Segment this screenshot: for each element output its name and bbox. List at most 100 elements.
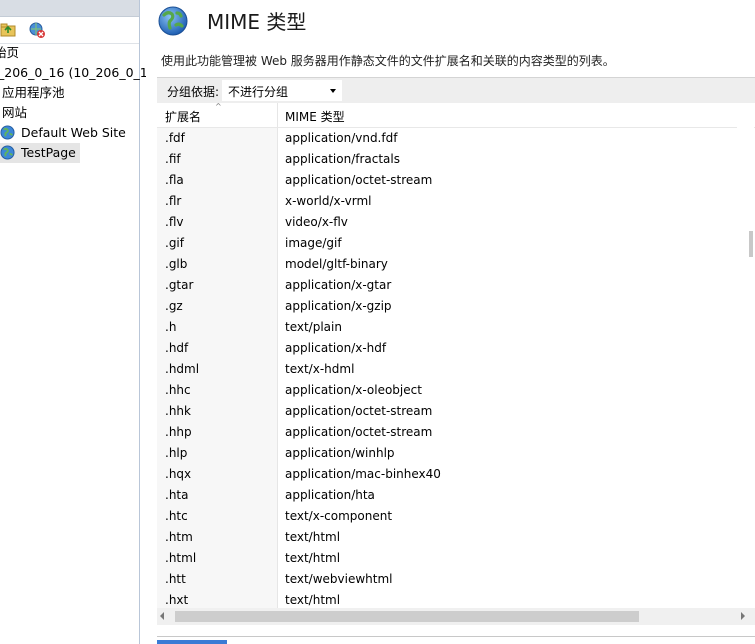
row-mime-type: image/gif [285, 236, 342, 250]
row-extension: .gtar [165, 278, 194, 292]
table-row[interactable]: .hta application/hta [157, 485, 747, 506]
table-row[interactable]: .gif image/gif [157, 233, 747, 254]
table-row[interactable]: .hhp application/octet-stream [157, 422, 747, 443]
row-mime-type: text/x-component [285, 509, 393, 523]
folder-up-icon[interactable] [0, 21, 18, 39]
row-mime-type: application/winhlp [285, 446, 395, 460]
connections-header [0, 0, 139, 17]
table-body: .fdf application/vnd.fdf .fif application/f… [157, 128, 747, 608]
table-row[interactable]: .hhk application/octet-stream [157, 401, 747, 422]
row-extension: .htm [165, 530, 193, 544]
table-row[interactable]: .glb model/gltf-binary [157, 254, 747, 275]
row-mime-type: video/x-flv [285, 215, 348, 229]
table-row[interactable]: .html text/html [157, 548, 747, 569]
row-extension: .hdf [165, 341, 189, 355]
row-mime-type: application/mac-binhex40 [285, 467, 441, 481]
column-header-extension[interactable]: 扩展名 [165, 108, 201, 125]
row-mime-type: application/x-gtar [285, 278, 392, 292]
row-extension: .flv [165, 215, 184, 229]
group-by-dropdown[interactable]: 不进行分组 [222, 80, 342, 101]
tree-item-default-web-site[interactable]: Default Web Site [0, 123, 126, 143]
row-extension: .hhp [165, 425, 192, 439]
row-extension: .hhk [165, 404, 191, 418]
view-divider [157, 636, 755, 637]
table-row[interactable]: .fdf application/vnd.fdf [157, 128, 747, 149]
mime-globe-icon [158, 6, 188, 36]
row-mime-type: application/x-gzip [285, 299, 392, 313]
mime-types-table: 扩展名 ^ MIME 类型 .fdf application/vnd.fdf .fi… [157, 103, 755, 608]
vertical-scrollbar-thumb[interactable] [749, 231, 753, 257]
row-extension: .gif [165, 236, 184, 250]
table-row[interactable]: .fla application/octet-stream [157, 170, 747, 191]
row-extension: .hxt [165, 593, 189, 607]
table-row[interactable]: .htm text/html [157, 527, 747, 548]
row-mime-type: application/hta [285, 488, 375, 502]
horizontal-scrollbar-thumb[interactable] [175, 611, 639, 622]
row-mime-type: application/fractals [285, 152, 400, 166]
tree-item-app-pools[interactable]: 应用程序池 [0, 83, 65, 103]
connections-toolbar [0, 17, 139, 44]
scroll-right-icon[interactable] [741, 612, 745, 620]
row-extension: .fif [165, 152, 181, 166]
row-extension: .glb [165, 257, 188, 271]
row-mime-type: text/x-hdml [285, 362, 355, 376]
table-row[interactable]: .htt text/webviewhtml [157, 569, 747, 590]
table-row[interactable]: .gz application/x-gzip [157, 296, 747, 317]
tree-item-start-page[interactable]: 始页 [0, 43, 19, 63]
group-by-bar: 分组依据: 不进行分组 [157, 77, 755, 104]
row-mime-type: application/octet-stream [285, 404, 433, 418]
row-mime-type: text/html [285, 593, 341, 607]
row-mime-type: model/gltf-binary [285, 257, 388, 271]
row-mime-type: text/html [285, 530, 341, 544]
group-by-label: 分组依据: [167, 85, 220, 99]
row-extension: .fla [165, 173, 184, 187]
horizontal-scrollbar[interactable] [157, 608, 755, 625]
row-extension: .hhc [165, 383, 191, 397]
row-mime-type: application/vnd.fdf [285, 131, 398, 145]
row-extension: .htc [165, 509, 188, 523]
table-row[interactable]: .gtar application/x-gtar [157, 275, 747, 296]
table-row[interactable]: .flv video/x-flv [157, 212, 747, 233]
tree-item-testpage[interactable]: TestPage [0, 143, 80, 163]
group-by-value: 不进行分组 [228, 85, 289, 99]
row-mime-type: x-world/x-vrml [285, 194, 372, 208]
tree-item-sites[interactable]: 网站 [0, 103, 27, 123]
page-title: MIME 类型 [207, 10, 307, 34]
row-mime-type: text/html [285, 551, 341, 565]
table-row[interactable]: .hdml text/x-hdml [157, 359, 747, 380]
row-extension: .gz [165, 299, 183, 313]
table-row[interactable]: .h text/plain [157, 317, 747, 338]
row-extension: .hdml [165, 362, 200, 376]
table-row[interactable]: .hhc application/x-oleobject [157, 380, 747, 401]
row-extension: .h [165, 320, 177, 334]
row-extension: .fdf [165, 131, 185, 145]
row-mime-type: application/x-hdf [285, 341, 387, 355]
sort-ascending-icon: ^ [215, 103, 222, 111]
table-row[interactable]: .htc text/x-component [157, 506, 747, 527]
row-mime-type: text/webviewhtml [285, 572, 393, 586]
scroll-left-icon[interactable] [160, 612, 164, 620]
row-extension: .hqx [165, 467, 192, 481]
row-extension: .hlp [165, 446, 188, 460]
table-row[interactable]: .hxt text/html [157, 590, 747, 608]
feature-pane: MIME 类型 使用此功能管理被 Web 服务器用作静态文件的文件扩展名和关联的… [146, 0, 755, 644]
globe-icon [0, 125, 15, 140]
row-mime-type: application/octet-stream [285, 173, 433, 187]
table-row[interactable]: .hqx application/mac-binhex40 [157, 464, 747, 485]
tree-item-server[interactable]: _206_0_16 (10_206_0_16\ [0, 63, 160, 83]
vertical-scrollbar[interactable] [737, 103, 754, 608]
column-header-mime-type[interactable]: MIME 类型 [285, 108, 345, 125]
globe-icon [0, 145, 15, 160]
row-extension: .hta [165, 488, 189, 502]
table-row[interactable]: .hlp application/winhlp [157, 443, 747, 464]
table-row[interactable]: .fif application/fractals [157, 149, 747, 170]
table-row[interactable]: .flr x-world/x-vrml [157, 191, 747, 212]
row-mime-type: application/octet-stream [285, 425, 433, 439]
disconnect-icon[interactable] [28, 21, 46, 39]
row-extension: .htt [165, 572, 186, 586]
feature-description: 使用此功能管理被 Web 服务器用作静态文件的文件扩展名和关联的内容类型的列表。 [161, 54, 615, 68]
chevron-down-icon [330, 89, 336, 93]
features-view-tab[interactable] [157, 640, 227, 644]
table-row[interactable]: .hdf application/x-hdf [157, 338, 747, 359]
row-mime-type: text/plain [285, 320, 342, 334]
